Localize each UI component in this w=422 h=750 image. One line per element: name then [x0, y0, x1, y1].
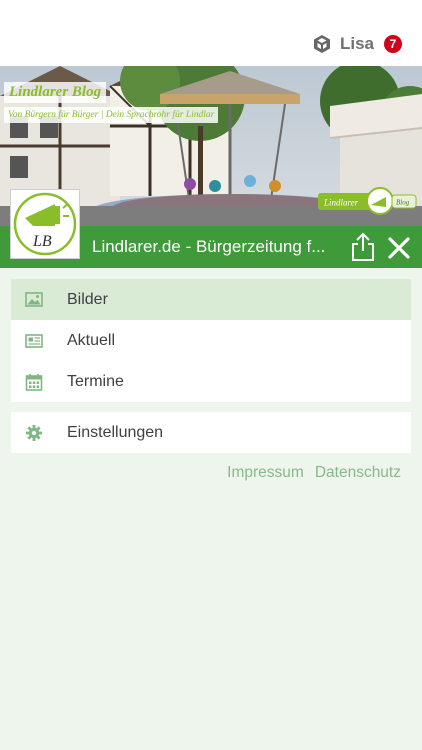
notification-badge[interactable]: 7: [384, 35, 402, 53]
calendar-icon: [25, 373, 43, 391]
footer-links: Impressum Datenschutz: [227, 464, 401, 482]
corner-logo-badge: Blog: [396, 199, 410, 207]
menu-item-bilder[interactable]: Bilder: [11, 279, 411, 320]
megaphone-logo: LB: [13, 192, 77, 256]
menu-item-termine[interactable]: Termine: [11, 361, 411, 402]
blog-title: Lindlarer Blog: [4, 82, 107, 103]
image-icon: [25, 291, 43, 307]
corner-logo-text: Lindlarer: [323, 198, 359, 208]
main-menu: Bilder Aktuell Termine: [11, 279, 411, 402]
menu-item-label: Aktuell: [67, 331, 116, 349]
menu-item-einstellungen[interactable]: Einstellungen: [11, 412, 411, 453]
close-icon[interactable]: [386, 235, 412, 261]
user-name: Lisa: [339, 34, 374, 53]
avatar-text: LB: [32, 233, 52, 250]
user-menu[interactable]: Lisa 7: [312, 32, 402, 56]
menu-item-aktuell[interactable]: Aktuell: [11, 320, 411, 361]
share-icon[interactable]: [350, 232, 376, 262]
corner-logo: Lindlarer Blog: [318, 187, 417, 215]
blog-avatar[interactable]: LB: [10, 189, 80, 259]
cube-icon: [313, 35, 330, 53]
page-title[interactable]: Lindlarer.de - Bürgerzeitung f...: [92, 226, 342, 268]
blog-tagline: Von Bürgern für Bürger | Dein Sprachrohr…: [4, 107, 219, 123]
impressum-link[interactable]: Impressum: [227, 464, 304, 482]
gear-icon: [26, 424, 42, 441]
menu-item-label: Termine: [67, 372, 124, 390]
settings-menu: Einstellungen: [11, 412, 411, 453]
newspaper-icon: [25, 333, 43, 348]
datenschutz-link[interactable]: Datenschutz: [315, 464, 401, 482]
top-bar: Lisa 7: [0, 0, 422, 66]
menu-item-label: Einstellungen: [67, 423, 164, 441]
menu-item-label: Bilder: [67, 290, 108, 308]
